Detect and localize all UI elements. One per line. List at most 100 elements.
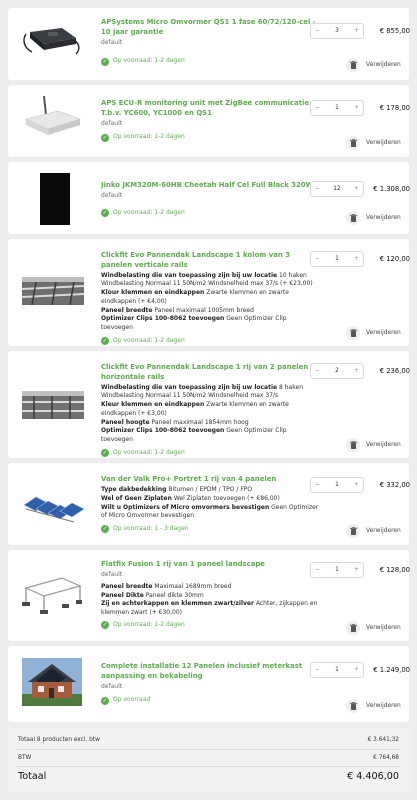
quantity-stepper[interactable]: − 1 +	[310, 562, 364, 578]
product-title[interactable]: Clickfit Evo Pannendak Landscape 1 kolom…	[101, 251, 319, 270]
stock-status: ✓ Op voorraad: 1-2 dagen	[101, 57, 185, 66]
quantity-stepper[interactable]: − 1 +	[310, 100, 364, 116]
minus-button[interactable]: −	[315, 256, 320, 262]
trash-icon[interactable]	[346, 211, 360, 225]
product-option: Paneel breedte Paneel maximaal 1005mm br…	[101, 306, 254, 314]
quantity-stepper[interactable]: − 1 +	[310, 477, 364, 493]
total-label: Totaal	[18, 771, 47, 782]
flat-roof-system-image	[23, 496, 84, 523]
remove-button[interactable]: Verwijderen	[346, 136, 401, 150]
plus-button[interactable]: +	[354, 567, 359, 573]
cart-item: Clickfit Evo Pannendak Landscape 1 rij v…	[8, 351, 410, 458]
item-price: € 178,00	[379, 104, 410, 112]
product-title[interactable]: Jinko JKM320M-60HB Cheetah Half Cel Full…	[101, 181, 319, 191]
remove-button[interactable]: Verwijderen	[346, 699, 401, 713]
product-option: Type dakbedekking Bitumen / EPDM / TPO /…	[101, 486, 253, 494]
stock-status: ✓ Op voorraad: 1 - 3 dagen	[101, 524, 189, 534]
order-totals: Totaal 8 producten excl. btw € 3.641,32 …	[8, 728, 409, 792]
remove-button[interactable]: Verwijderen	[346, 621, 401, 635]
check-icon: ✓	[101, 696, 109, 705]
plus-button[interactable]: +	[354, 105, 359, 111]
cart-item: Jinko JKM320M-60HB Cheetah Half Cel Full…	[8, 162, 410, 234]
mounting-rails-image	[22, 277, 84, 305]
product-option: Klour klemmen en eindkappen Zwarte klemm…	[101, 289, 289, 305]
product-option: Wel of Geen Ziplaten Wel Ziplaten toevoe…	[101, 494, 280, 502]
item-price: € 128,00	[379, 566, 410, 574]
quantity-value[interactable]: 1	[335, 105, 339, 111]
quantity-value[interactable]: 1	[335, 667, 339, 673]
trash-icon[interactable]	[346, 699, 360, 713]
divider	[16, 766, 401, 767]
product-option: Windbelasting die van toepassing zijn bi…	[101, 271, 313, 288]
product-variant: default	[101, 38, 123, 46]
check-icon: ✓	[101, 209, 109, 218]
remove-button[interactable]: Verwijderen	[346, 58, 401, 72]
total-row: Totaal € 4.406,00	[18, 771, 399, 782]
minus-button[interactable]: −	[315, 567, 320, 573]
remove-button[interactable]: Verwijderen	[346, 326, 401, 340]
stock-status: ✓ Op voorraad	[101, 696, 151, 705]
product-title[interactable]: Complete installatie 12 Panelen inclusie…	[101, 662, 319, 681]
quantity-stepper[interactable]: − 12 +	[310, 181, 364, 197]
monitoring-unit-image	[25, 95, 81, 135]
minus-button[interactable]: −	[315, 105, 320, 111]
plus-button[interactable]: +	[354, 482, 359, 488]
quantity-value[interactable]: 1	[335, 567, 339, 573]
check-icon: ✓	[101, 133, 109, 142]
trash-icon[interactable]	[346, 58, 360, 72]
check-icon: ✓	[101, 448, 109, 457]
check-icon: ✓	[101, 620, 109, 629]
micro-inverter-image	[23, 28, 80, 55]
minus-button[interactable]: −	[315, 28, 320, 34]
product-title[interactable]: Flatfix Fusion 1 rij van 1 paneel landsc…	[101, 560, 319, 570]
quantity-stepper[interactable]: − 2 +	[310, 363, 364, 379]
product-option: Wilt u Optimizers of Micro omvormers bev…	[101, 503, 319, 520]
solar-panel-image	[40, 173, 70, 225]
trash-icon[interactable]	[346, 136, 360, 150]
remove-button[interactable]: Verwijderen	[346, 438, 401, 452]
quantity-value[interactable]: 3	[335, 28, 339, 34]
remove-button[interactable]: Verwijderen	[346, 524, 401, 538]
trash-icon[interactable]	[346, 524, 360, 538]
quantity-value[interactable]: 2	[335, 368, 339, 374]
subtotal-label: Totaal 8 producten excl. btw	[18, 737, 100, 743]
quantity-value[interactable]: 1	[335, 482, 339, 488]
plus-button[interactable]: +	[354, 28, 359, 34]
quantity-stepper[interactable]: − 1 +	[310, 662, 364, 678]
divider	[16, 749, 401, 750]
trash-icon[interactable]	[346, 326, 360, 340]
quantity-value[interactable]: 12	[333, 186, 340, 192]
product-variant: default	[101, 571, 123, 579]
plus-button[interactable]: +	[354, 256, 359, 262]
product-option: Optimizer Clips 100-8062 toevoegen Geen …	[101, 315, 287, 331]
stock-status: ✓ Op voorraad: 1-2 dagen	[101, 620, 185, 629]
quantity-stepper[interactable]: − 3 +	[310, 23, 364, 39]
product-option: Paneel hoogte Paneel maximaal 1854mm hoo…	[101, 418, 249, 426]
trash-icon[interactable]	[346, 621, 360, 635]
quantity-value[interactable]: 1	[335, 256, 339, 262]
minus-button[interactable]: −	[315, 368, 320, 374]
product-title[interactable]: APS ECU-R monitoring unit met ZigBee com…	[101, 99, 319, 118]
total-value: € 4.406,00	[347, 771, 399, 782]
plus-button[interactable]: +	[354, 368, 359, 374]
stock-status: ✓ Op voorraad: 1-2 dagen	[101, 336, 185, 345]
cart-item: APS ECU-R monitoring unit met ZigBee com…	[8, 85, 410, 157]
cart-item: Flatfix Fusion 1 rij van 1 paneel landsc…	[8, 550, 410, 641]
item-price: € 1.249,00	[373, 666, 410, 674]
vat-label: BTW	[18, 755, 32, 761]
product-title[interactable]: Van der Valk Pro+ Portret 1 rij van 4 pa…	[101, 475, 319, 485]
minus-button[interactable]: −	[315, 482, 320, 488]
product-option: Zij en achterkappen en klemmen zwart/zil…	[101, 600, 318, 616]
quantity-stepper[interactable]: − 1 +	[310, 251, 364, 267]
plus-button[interactable]: +	[354, 667, 359, 673]
cart-item: Van der Valk Pro+ Portret 1 rij van 4 pa…	[8, 463, 410, 545]
minus-button[interactable]: −	[315, 186, 320, 192]
trash-icon[interactable]	[346, 438, 360, 452]
minus-button[interactable]: −	[315, 667, 320, 673]
plus-button[interactable]: +	[354, 186, 359, 192]
remove-button[interactable]: Verwijderen	[346, 211, 401, 225]
product-option: Kleur klemmen en eindkappen Zwarte klemm…	[101, 401, 289, 417]
product-title[interactable]: APSystems Micro Omvormer QS1 1 fase 60/7…	[101, 18, 319, 37]
product-title[interactable]: Clickfit Evo Pannendak Landscape 1 rij v…	[101, 363, 319, 382]
flatfix-frame-image	[22, 577, 82, 614]
